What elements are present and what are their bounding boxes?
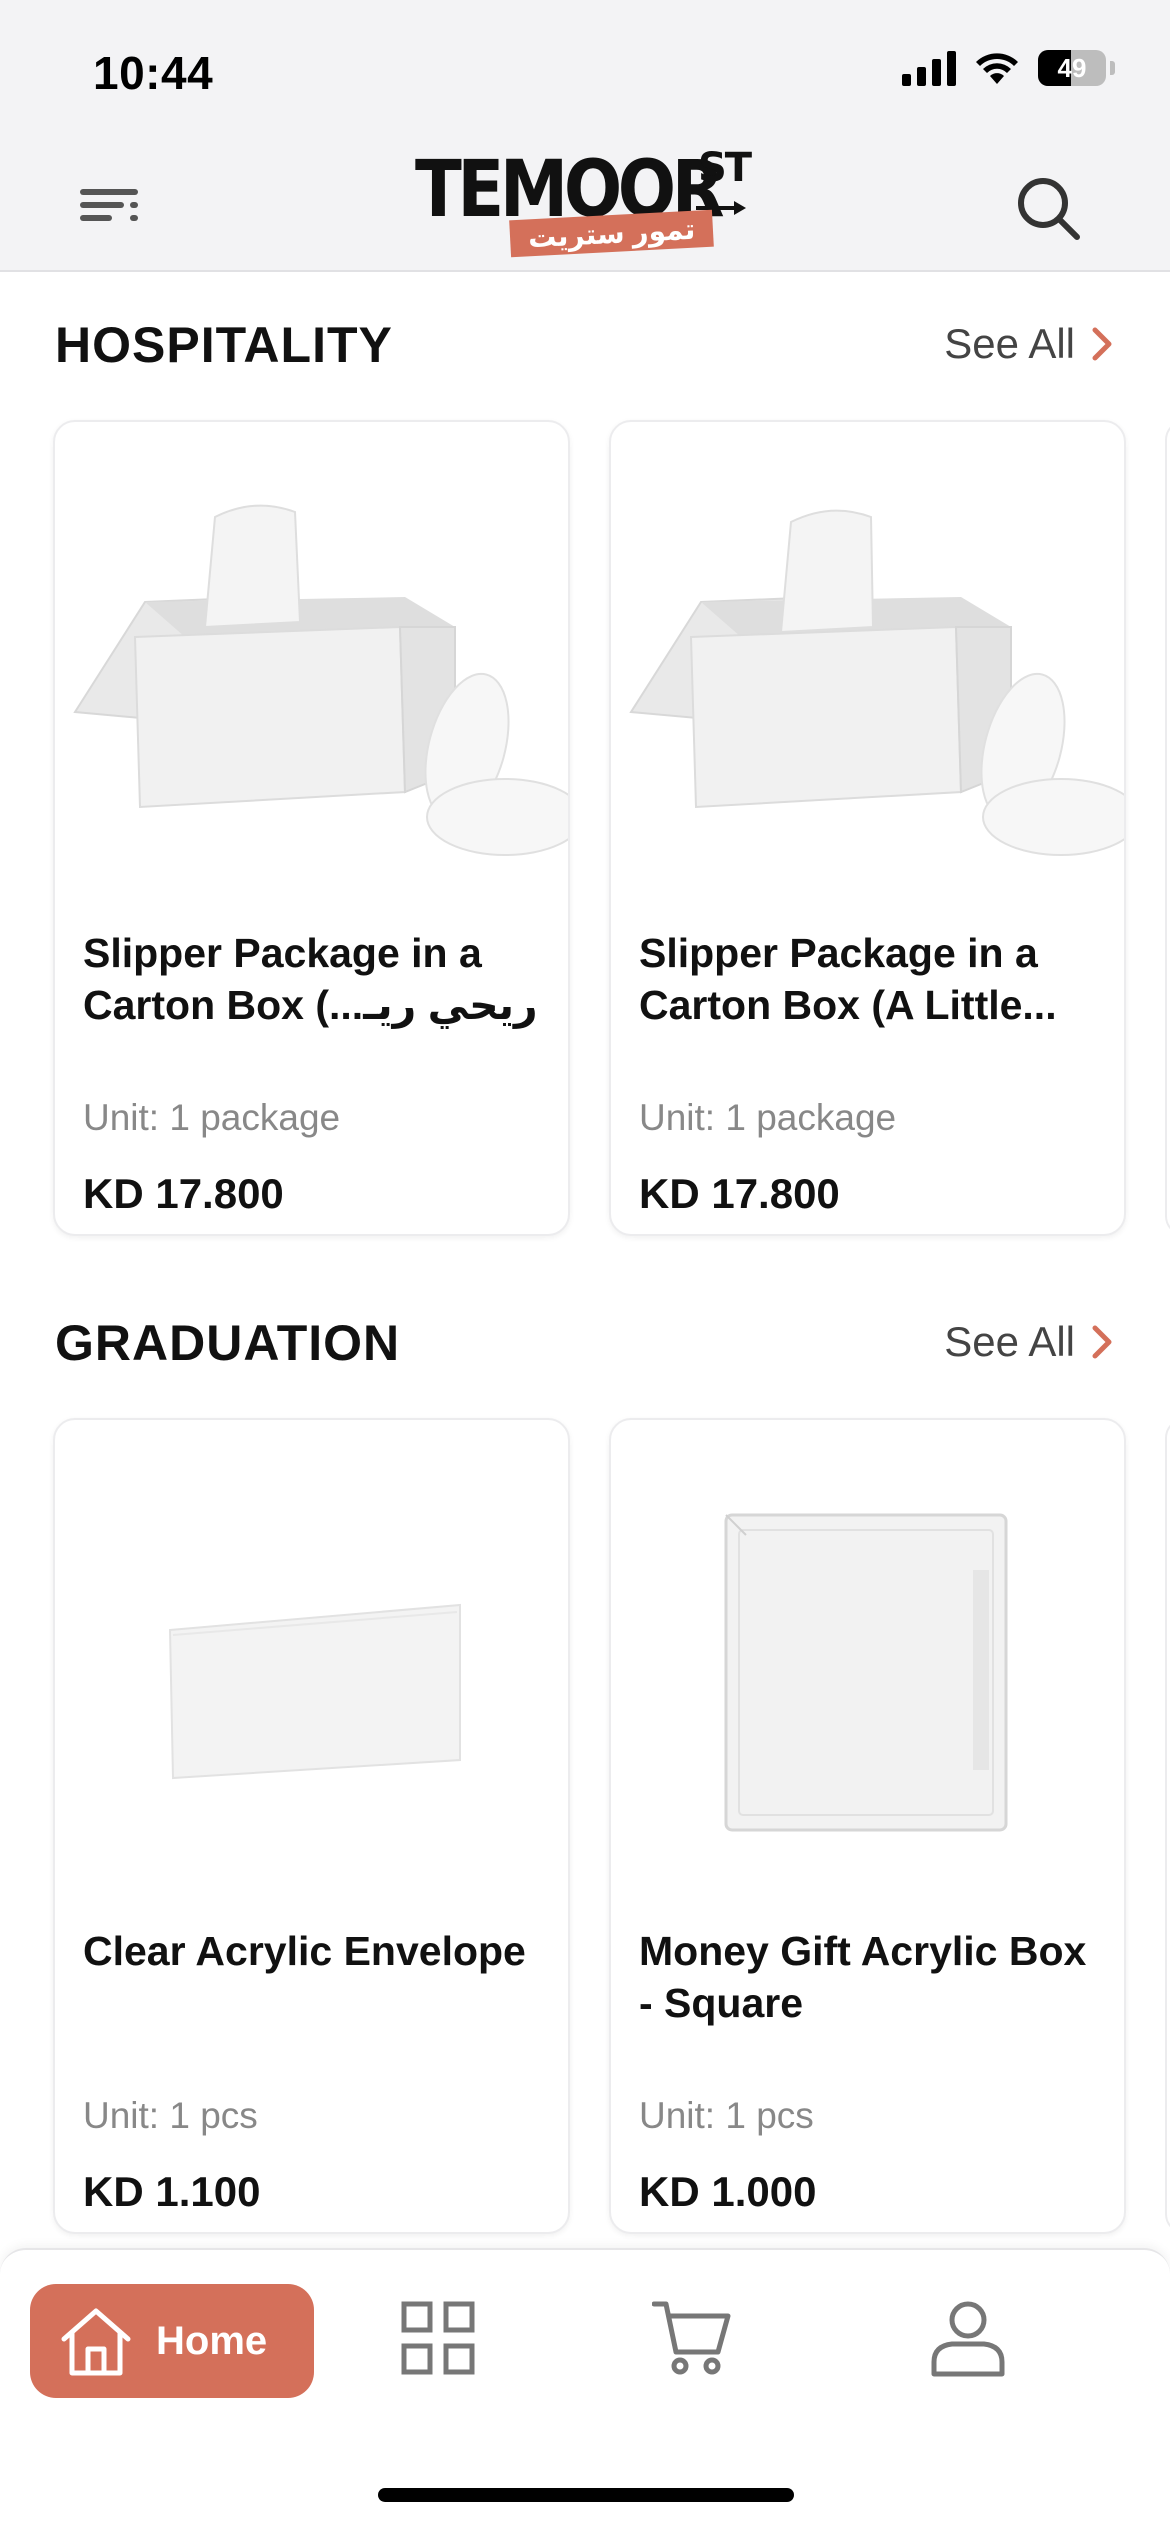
logo-suffix: ST bbox=[698, 145, 752, 191]
product-price: KD 17.800 bbox=[639, 1170, 840, 1217]
see-all-label: See All bbox=[944, 320, 1075, 367]
product-image bbox=[73, 504, 568, 856]
product-card[interactable]: Slipper Package in a Carton Box (...ريحي… bbox=[53, 420, 570, 1236]
top-bar: 10:44 49 TEMOOR ST تمور ستريت bbox=[0, 0, 1170, 272]
wifi-icon bbox=[976, 53, 1018, 84]
product-name: Clear Acrylic Envelope bbox=[83, 1928, 526, 1974]
product-card[interactable]: Slipper Package in a Carton Box (A Littl… bbox=[609, 420, 1126, 1236]
tab-home[interactable]: Home bbox=[30, 2284, 314, 2398]
product-price: KD 17.800 bbox=[83, 1170, 284, 1217]
product-card-partial[interactable] bbox=[1165, 1418, 1170, 2234]
home-icon bbox=[61, 2308, 131, 2376]
categories-icon[interactable] bbox=[398, 2298, 478, 2378]
status-time: 10:44 bbox=[93, 47, 214, 99]
search-icon[interactable] bbox=[1015, 175, 1081, 241]
product-name: Slipper Package in a Carton Box (A Littl… bbox=[639, 930, 1057, 1028]
product-unit: Unit: 1 package bbox=[83, 1097, 341, 1138]
see-all-graduation[interactable]: See All bbox=[944, 1318, 1115, 1366]
tab-home-label: Home bbox=[156, 2318, 268, 2363]
product-name: Money Gift Acrylic Box - Square bbox=[639, 1928, 1087, 2026]
product-name: Slipper Package in a Carton Box (...ريحي… bbox=[83, 930, 538, 1028]
screen: 10:44 49 TEMOOR ST تمور ستريت HOSPITALIT… bbox=[0, 0, 1170, 2532]
see-all-label: See All bbox=[944, 1318, 1075, 1365]
cart-icon[interactable] bbox=[652, 2298, 732, 2378]
product-unit: Unit: 1 package bbox=[639, 1097, 897, 1138]
chevron-right-icon bbox=[1092, 327, 1112, 361]
product-card[interactable]: Clear Acrylic Envelope Unit: 1 pcs KD 1.… bbox=[53, 1418, 570, 2234]
section-title-graduation: GRADUATION bbox=[55, 1315, 401, 1371]
product-price: KD 1.000 bbox=[639, 2168, 817, 2215]
signal-icon bbox=[902, 50, 956, 86]
product-unit: Unit: 1 pcs bbox=[83, 2095, 258, 2136]
product-image bbox=[629, 509, 1124, 856]
battery-level: 49 bbox=[1057, 52, 1087, 83]
product-image bbox=[724, 1513, 1008, 1832]
product-card[interactable]: Money Gift Acrylic Box - Square Unit: 1 … bbox=[609, 1418, 1126, 2234]
product-unit: Unit: 1 pcs bbox=[639, 2095, 814, 2136]
section-title-hospitality: HOSPITALITY bbox=[55, 317, 393, 373]
product-card-partial[interactable] bbox=[1165, 420, 1170, 1236]
profile-icon[interactable] bbox=[928, 2298, 1008, 2378]
home-indicator bbox=[378, 2488, 794, 2502]
brand-logo[interactable]: TEMOOR ST تمور ستريت bbox=[415, 145, 755, 265]
product-image bbox=[168, 1603, 461, 1780]
product-price: KD 1.100 bbox=[83, 2168, 261, 2215]
battery-cap bbox=[1110, 61, 1115, 75]
see-all-hospitality[interactable]: See All bbox=[944, 320, 1115, 368]
status-icons: 49 bbox=[902, 50, 1115, 86]
menu-icon[interactable] bbox=[80, 185, 144, 225]
battery-icon: 49 bbox=[1038, 50, 1106, 86]
chevron-right-icon bbox=[1092, 1325, 1112, 1359]
